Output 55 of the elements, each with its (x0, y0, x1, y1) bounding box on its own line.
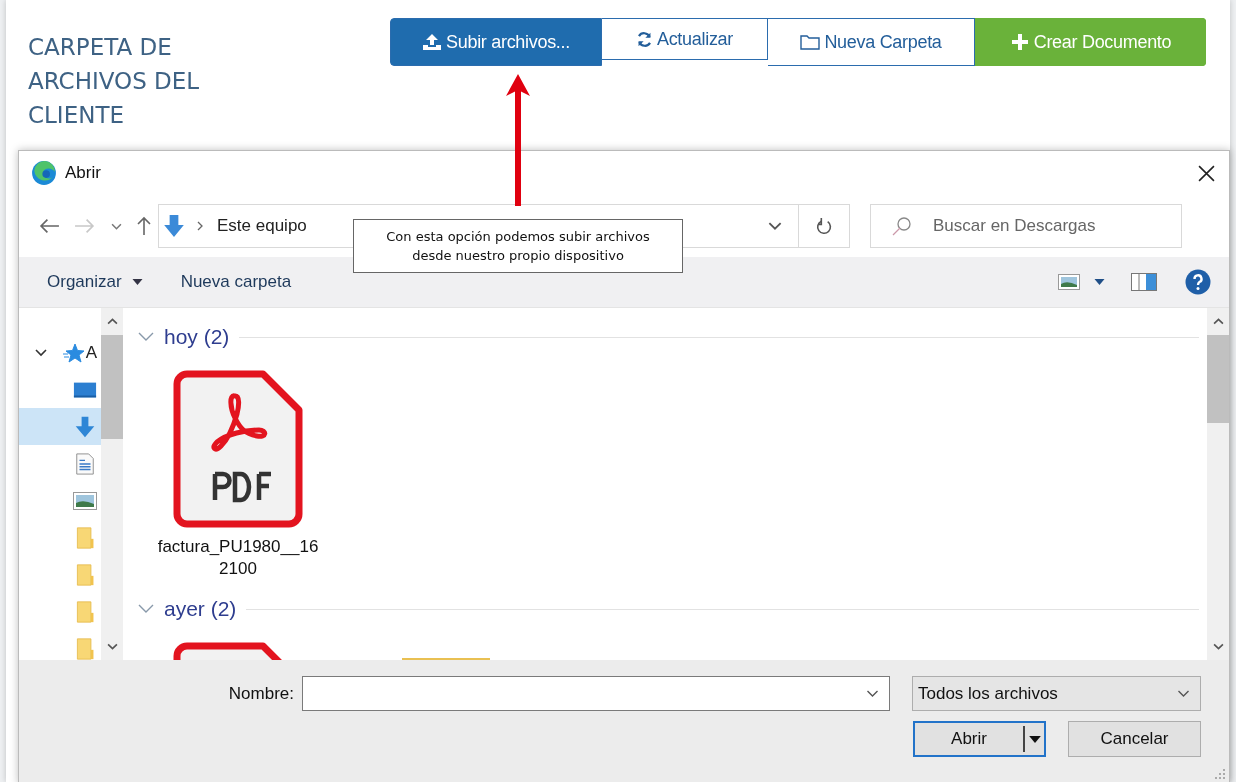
page-title: CARPETA DE ARCHIVOS DEL CLIENTE (28, 33, 201, 130)
scrollbar[interactable] (1207, 308, 1229, 660)
toolbar-button[interactable]: Organizar (39, 268, 151, 296)
cancel-button[interactable]: Cancelar (1068, 721, 1201, 757)
group-header[interactable]: ayer (2) (164, 597, 237, 621)
open-button[interactable]: Abrir (913, 721, 1046, 757)
nav-item[interactable]: A (19, 334, 101, 371)
action-button[interactable]: Nueva Carpeta (768, 18, 975, 66)
upload-icon (422, 33, 442, 51)
image-icon (73, 489, 97, 512)
scroll-thumb[interactable] (1207, 335, 1229, 423)
file-type-dropdown[interactable]: Todos los archivos (912, 676, 1201, 711)
search-icon (892, 216, 912, 236)
close-icon[interactable] (1198, 164, 1215, 182)
search-field[interactable]: Buscar en Descargas (870, 204, 1182, 248)
chevron-right-icon (197, 221, 203, 231)
back-arrow-icon[interactable] (39, 217, 60, 235)
download-arrow-icon (163, 214, 185, 238)
pdf-file-icon[interactable] (173, 370, 303, 528)
download-arrow-icon (73, 415, 97, 438)
nav-item[interactable] (19, 408, 101, 445)
annotation-tooltip: Con esta opción podemos subir archivos desde nuestro propio dispositivo (353, 219, 683, 273)
chevron-down-icon[interactable] (34, 348, 47, 357)
file-name[interactable]: factura_PU1980__16 2100 (157, 536, 319, 580)
document-icon (73, 452, 97, 475)
plus-icon (1009, 33, 1030, 51)
group-header[interactable]: hoy (2) (164, 325, 230, 349)
dropdown-icon[interactable] (1094, 279, 1105, 285)
scroll-up-icon[interactable] (106, 318, 118, 325)
chevron-down-icon (1177, 689, 1190, 698)
preview-pane-icon[interactable] (1131, 273, 1157, 291)
dropdown-icon (1029, 735, 1041, 743)
view-icon[interactable] (1058, 274, 1080, 290)
action-button[interactable]: Actualizar (602, 18, 768, 60)
file-name-field[interactable] (302, 676, 890, 711)
action-button[interactable]: Subir archivos... (390, 18, 602, 66)
refresh-icon (815, 217, 833, 235)
app-icon (31, 160, 57, 186)
nav-label: A (85, 342, 97, 363)
refresh-icon (635, 30, 653, 48)
resize-grip-icon[interactable] (1215, 769, 1225, 779)
field-label: Nombre: (228, 683, 294, 704)
up-arrow-icon[interactable] (136, 216, 152, 236)
dialog-title: Abrir (65, 163, 102, 183)
help-icon[interactable] (1185, 269, 1211, 295)
star-icon (60, 341, 85, 364)
chevron-down-icon (866, 689, 879, 698)
scroll-thumb[interactable] (101, 335, 123, 439)
toolbar-button[interactable]: Nueva carpeta (172, 268, 300, 296)
scroll-down-icon[interactable] (1212, 643, 1224, 650)
scroll-up-icon[interactable] (1212, 318, 1224, 325)
scroll-down-icon[interactable] (106, 643, 118, 650)
folder-icon (800, 33, 821, 51)
dropdown-icon (131, 279, 143, 285)
chevron-down-icon[interactable] (768, 221, 782, 231)
